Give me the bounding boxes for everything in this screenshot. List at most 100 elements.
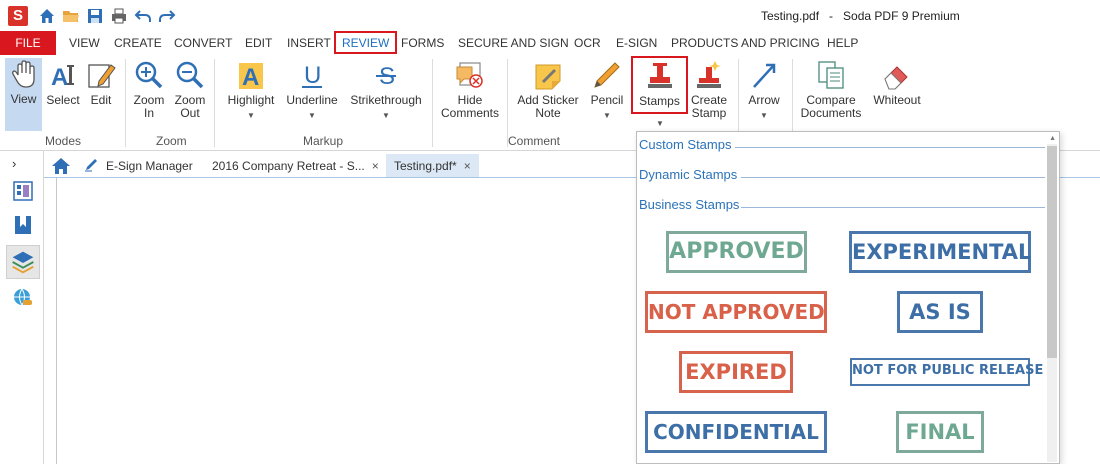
stamps-dropdown-icon[interactable]: ▼	[656, 119, 664, 128]
underline-label: Underline	[286, 93, 338, 107]
expand-panel-chevron-icon[interactable]: ›	[12, 156, 16, 171]
group-markup-label: Markup	[303, 134, 344, 148]
window-title: Testing.pdf - Soda PDF 9 Premium	[761, 9, 960, 23]
view-label: View	[10, 92, 37, 106]
edit-icon	[88, 64, 116, 88]
menu-products-and-pricing[interactable]: PRODUCTS AND PRICING	[671, 31, 820, 55]
menu-file[interactable]: FILE	[0, 31, 56, 55]
group-separator	[214, 59, 215, 147]
stamps-button[interactable]: Stamps	[631, 56, 688, 114]
zoom-out-icon	[176, 61, 204, 89]
create-stamp-label-line2: Stamp	[691, 106, 727, 120]
highlight-dropdown-icon[interactable]: ▼	[222, 111, 280, 120]
globe-link-icon[interactable]	[12, 287, 34, 309]
home-icon[interactable]	[38, 7, 56, 25]
underline-button[interactable]: U Underline ▼	[284, 59, 340, 131]
bookmarks-icon[interactable]	[12, 214, 34, 236]
document-canvas[interactable]	[56, 178, 636, 464]
scroll-up-arrow-icon[interactable]: ▲	[1049, 135, 1056, 142]
hide-comments-button[interactable]: Hide Comments	[440, 59, 500, 131]
stamp-icon	[647, 63, 672, 88]
dynamic-stamps-section[interactable]: Dynamic Stamps	[639, 167, 1045, 185]
stamp-not-approved[interactable]: NOT APPROVED	[645, 291, 827, 333]
whiteout-label: Whiteout	[873, 93, 921, 107]
menu-review[interactable]: REVIEW	[334, 31, 398, 54]
arrow-dropdown-icon[interactable]: ▼	[744, 111, 784, 120]
menu-esign[interactable]: E-SIGN	[616, 31, 657, 55]
compare-documents-icon	[818, 61, 844, 89]
save-icon[interactable]	[86, 7, 104, 25]
section-divider	[735, 147, 1045, 148]
tab-esign-manager[interactable]: E-Sign Manager	[76, 154, 201, 178]
stamp-not-for-public-release[interactable]: NOT FOR PUBLIC RELEASE	[850, 358, 1043, 386]
redo-icon[interactable]	[158, 7, 176, 25]
pencil-dropdown-icon[interactable]: ▼	[586, 111, 628, 120]
underline-dropdown-icon[interactable]: ▼	[284, 111, 340, 120]
whiteout-button[interactable]: Whiteout	[868, 59, 926, 131]
compare-documents-button[interactable]: Compare Documents	[798, 59, 864, 131]
select-label: Select	[46, 93, 80, 107]
tab-testing-label: Testing.pdf*	[394, 159, 457, 173]
edit-button[interactable]: Edit	[84, 59, 118, 131]
dropdown-scrollbar-thumb[interactable]	[1047, 146, 1057, 358]
zoom-in-button[interactable]: Zoom In	[131, 59, 167, 131]
menu-create[interactable]: CREATE	[114, 31, 162, 55]
page-thumbnails-icon[interactable]	[12, 180, 34, 202]
pen-icon	[85, 159, 97, 172]
title-bar: S Testing.pdf - Soda PDF 9 Premium	[0, 0, 1100, 31]
stamp-as-is[interactable]: AS IS	[897, 291, 983, 333]
menu-edit[interactable]: EDIT	[245, 31, 272, 55]
stamps-label: Stamps	[639, 94, 680, 108]
tab-testing[interactable]: Testing.pdf* ×	[386, 154, 479, 178]
stamp-expired[interactable]: EXPIRED	[679, 351, 793, 393]
menu-forms[interactable]: FORMS	[401, 31, 444, 55]
open-folder-icon[interactable]	[62, 7, 80, 25]
zoom-in-label-line2: In	[143, 106, 154, 120]
menu-view[interactable]: VIEW	[69, 31, 100, 55]
create-stamp-icon	[697, 61, 721, 88]
group-separator	[432, 59, 433, 147]
strikethrough-dropdown-icon[interactable]: ▼	[347, 111, 425, 120]
view-mode-button[interactable]: View	[5, 58, 42, 131]
close-tab-icon[interactable]: ×	[372, 159, 379, 173]
menu-ocr[interactable]: OCR	[574, 31, 601, 55]
print-icon[interactable]	[110, 7, 128, 25]
text-select-icon: A	[51, 64, 74, 91]
home-tab-icon[interactable]	[50, 155, 72, 177]
pencil-button[interactable]: Pencil ▼	[586, 59, 628, 131]
menu-bar: FILE VIEW CREATE CONVERT EDIT INSERT REV…	[0, 31, 1100, 55]
tab-company-retreat[interactable]: 2016 Company Retreat - S... ×	[204, 154, 387, 178]
strikethrough-icon: S	[376, 63, 396, 90]
stamp-experimental[interactable]: EXPERIMENTAL	[849, 231, 1031, 273]
stamp-confidential[interactable]: CONFIDENTIAL	[645, 411, 827, 453]
menu-insert[interactable]: INSERT	[287, 31, 331, 55]
app-logo[interactable]: S	[8, 6, 28, 26]
menu-help[interactable]: HELP	[827, 31, 858, 55]
stamp-final[interactable]: FINAL	[896, 411, 984, 453]
edit-label: Edit	[90, 93, 112, 107]
menu-convert[interactable]: CONVERT	[174, 31, 232, 55]
highlight-button[interactable]: A Highlight ▼	[222, 59, 280, 131]
arrow-icon	[753, 63, 776, 88]
add-sticker-label-line2: Note	[535, 106, 561, 120]
close-tab-icon[interactable]: ×	[464, 159, 471, 173]
stamp-approved[interactable]: APPROVED	[666, 231, 807, 273]
group-zoom-label: Zoom	[156, 134, 187, 148]
dynamic-stamps-label: Dynamic Stamps	[639, 167, 738, 182]
custom-stamps-section[interactable]: Custom Stamps	[639, 137, 1045, 155]
business-stamps-section[interactable]: Business Stamps	[639, 197, 1045, 215]
zoom-out-button[interactable]: Zoom Out	[172, 59, 208, 131]
hand-icon	[11, 60, 35, 88]
select-button[interactable]: A Select	[45, 59, 81, 131]
compare-label-line2: Documents	[800, 106, 862, 120]
layers-icon[interactable]	[6, 245, 40, 279]
pencil-label: Pencil	[590, 93, 624, 107]
menu-secure-and-sign[interactable]: SECURE AND SIGN	[458, 31, 569, 55]
add-sticker-note-button[interactable]: Add Sticker Note	[515, 59, 581, 131]
highlight-label: Highlight	[227, 93, 275, 107]
arrow-button[interactable]: Arrow ▼	[744, 59, 784, 131]
zoom-in-icon	[135, 61, 163, 89]
strikethrough-button[interactable]: S Strikethrough ▼	[347, 59, 425, 131]
create-stamp-button[interactable]: Create Stamp	[689, 59, 729, 131]
undo-icon[interactable]	[134, 7, 152, 25]
